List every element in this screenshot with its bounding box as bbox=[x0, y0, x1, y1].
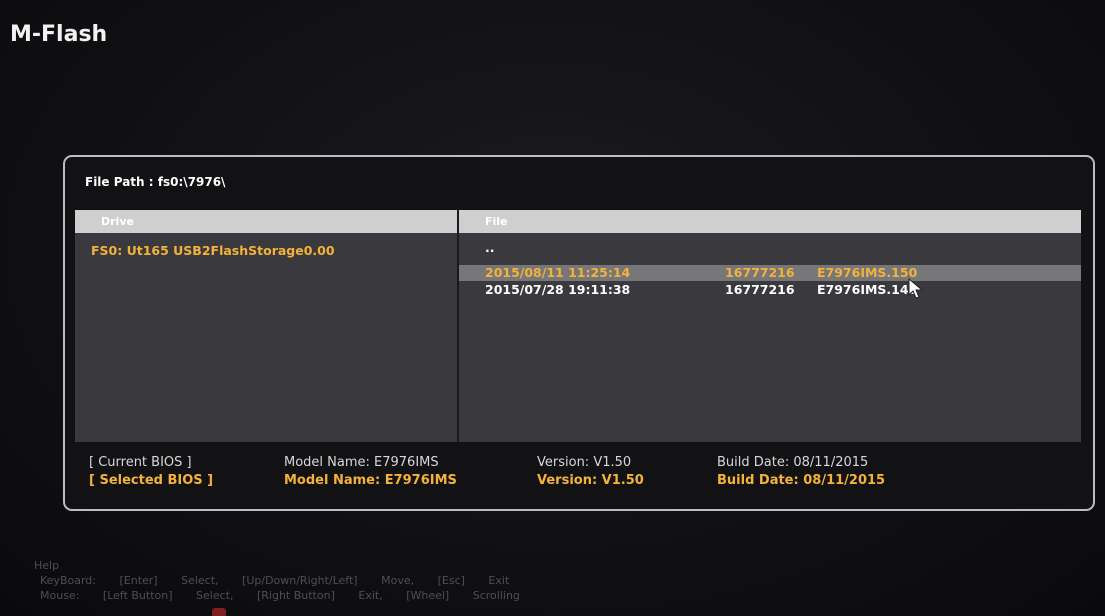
current-bios-model: Model Name: E7976IMS bbox=[284, 455, 439, 470]
help-mouse-left-action: Select, bbox=[196, 589, 234, 602]
file-column-header: File bbox=[459, 210, 1081, 233]
help-mouse-left: [Left Button] bbox=[102, 589, 173, 602]
file-column: File .. 2015/08/11 11:25:14 16777216 E79… bbox=[459, 210, 1081, 442]
selected-bios-version: Version: V1.50 bbox=[537, 473, 644, 488]
file-path-label: File Path : fs0:\7976\ bbox=[85, 175, 226, 189]
selected-bios-info: [ Selected BIOS ] Model Name: E7976IMS V… bbox=[89, 472, 1069, 490]
file-size: 16777216 bbox=[725, 265, 795, 280]
app-title: M-Flash bbox=[10, 22, 108, 47]
help-section: Help KeyBoard: [Enter] Select, [Up/Down/… bbox=[34, 558, 540, 603]
help-mouse-device: Mouse: bbox=[40, 589, 80, 602]
current-bios-tag: [ Current BIOS ] bbox=[89, 455, 192, 470]
selected-bios-tag: [ Selected BIOS ] bbox=[89, 473, 214, 488]
selected-bios-build-date: Build Date: 08/11/2015 bbox=[717, 473, 886, 488]
parent-directory-label: .. bbox=[485, 240, 495, 255]
help-mouse-wheel: [Wheel] bbox=[406, 589, 450, 602]
help-mouse-row: Mouse: [Left Button] Select, [Right Butt… bbox=[40, 588, 540, 603]
mouse-pointer-icon bbox=[908, 278, 924, 299]
drive-column-header: Drive bbox=[75, 210, 457, 233]
help-title: Help bbox=[34, 559, 60, 572]
red-indicator-mark bbox=[212, 608, 226, 616]
help-key-enter: [Enter] bbox=[119, 574, 158, 587]
help-mouse-right-action: Exit, bbox=[358, 589, 383, 602]
current-bios-build-date: Build Date: 08/11/2015 bbox=[717, 455, 869, 470]
flash-panel: File Path : fs0:\7976\ Drive FS0: Ut165 … bbox=[63, 155, 1095, 511]
help-keyboard-device: KeyBoard: bbox=[40, 574, 96, 587]
drive-column: Drive FS0: Ut165 USB2FlashStorage0.00 bbox=[75, 210, 459, 442]
browser-grid: Drive FS0: Ut165 USB2FlashStorage0.00 Fi… bbox=[75, 210, 1081, 442]
file-size: 16777216 bbox=[725, 282, 795, 297]
file-datetime: 2015/07/28 19:11:38 bbox=[485, 282, 631, 297]
help-key-esc: [Esc] bbox=[437, 574, 465, 587]
help-key-esc-action: Exit bbox=[488, 574, 510, 587]
help-keyboard-row: KeyBoard: [Enter] Select, [Up/Down/Right… bbox=[40, 573, 540, 588]
file-row[interactable]: 2015/07/28 19:11:38 16777216 E7976IMS.14… bbox=[459, 282, 1081, 298]
current-bios-version: Version: V1.50 bbox=[537, 455, 632, 470]
drive-item-fs0[interactable]: FS0: Ut165 USB2FlashStorage0.00 bbox=[91, 243, 335, 258]
current-bios-info: [ Current BIOS ] Model Name: E7976IMS Ve… bbox=[89, 454, 1069, 472]
file-name: E7976IMS.150 bbox=[817, 265, 918, 280]
help-key-arrows: [Up/Down/Right/Left] bbox=[242, 574, 358, 587]
help-mouse-right: [Right Button] bbox=[256, 589, 335, 602]
file-name: E7976IMS.140 bbox=[817, 282, 918, 297]
m-flash-screen: M-Flash File Path : fs0:\7976\ Drive FS0… bbox=[0, 0, 1105, 616]
parent-directory-entry[interactable]: .. bbox=[459, 240, 1081, 256]
file-datetime: 2015/08/11 11:25:14 bbox=[485, 265, 631, 280]
help-key-arrows-action: Move, bbox=[381, 574, 415, 587]
file-row-selected[interactable]: 2015/08/11 11:25:14 16777216 E7976IMS.15… bbox=[459, 265, 1081, 281]
selected-bios-model: Model Name: E7976IMS bbox=[284, 473, 457, 488]
help-key-enter-action: Select, bbox=[181, 574, 219, 587]
help-mouse-wheel-action: Scrolling bbox=[472, 589, 520, 602]
